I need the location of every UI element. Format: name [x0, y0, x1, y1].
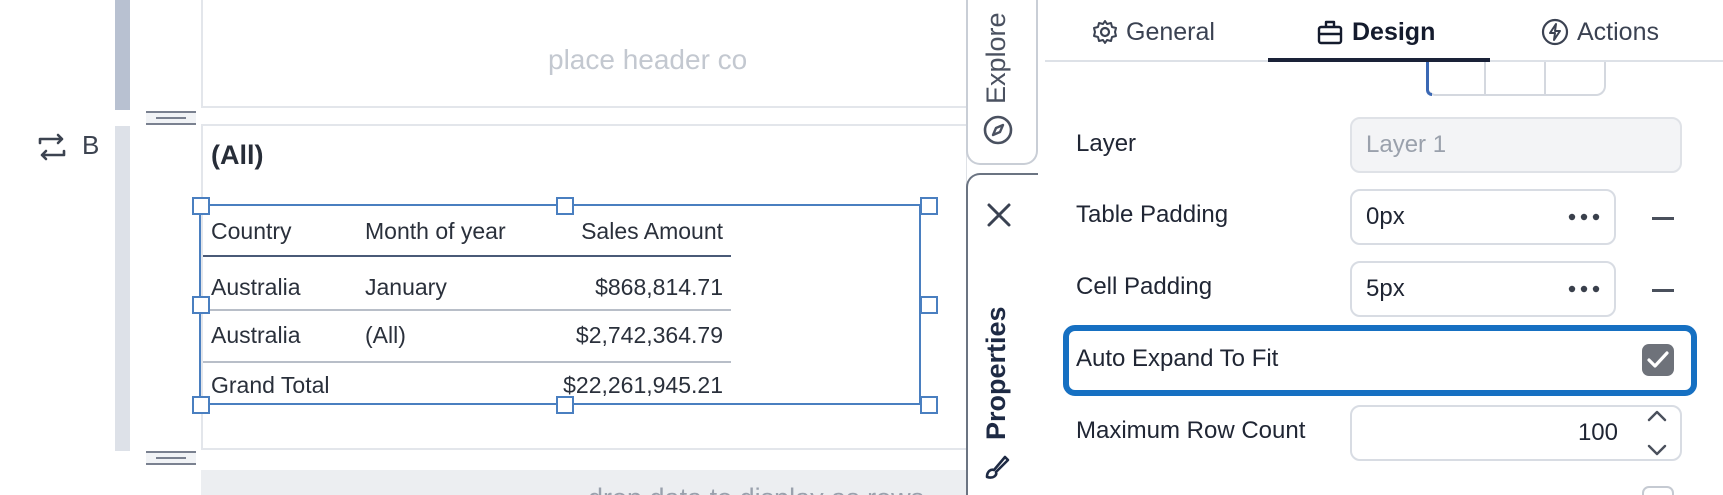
selection-box [199, 204, 921, 405]
segmented-control[interactable] [1426, 62, 1606, 96]
resize-handle[interactable] [192, 396, 210, 414]
resize-handle[interactable] [556, 396, 574, 414]
table-padding-label: Table Padding [1076, 201, 1229, 228]
resize-handle[interactable] [192, 197, 210, 215]
table-padding-value: 0px [1366, 203, 1405, 230]
max-row-count-value: 100 [1577, 419, 1618, 446]
bolt-icon [1541, 18, 1569, 46]
cell-padding-value: 5px [1366, 275, 1405, 302]
table-padding-field[interactable]: 0px [1350, 189, 1616, 245]
tab-design-label: Design [1352, 17, 1436, 46]
band-label: B [82, 130, 100, 160]
tab-actions-label: Actions [1577, 17, 1659, 46]
band-resize-handle[interactable] [146, 111, 196, 125]
max-row-count-label: Maximum Row Count [1076, 417, 1306, 444]
layer-placeholder: Layer 1 [1366, 131, 1447, 158]
layer-label: Layer [1076, 130, 1137, 157]
repeat-icon[interactable] [36, 131, 68, 163]
segment-divider [1544, 62, 1546, 94]
resize-handle[interactable] [192, 296, 210, 314]
filter-value-label: (All) [211, 140, 264, 170]
checkmark-icon [1647, 351, 1669, 368]
chevron-down-icon[interactable] [1646, 443, 1668, 457]
brush-icon[interactable] [981, 451, 1013, 483]
properties-tab-label[interactable]: Properties [981, 306, 1012, 440]
band-resize-handle[interactable] [146, 451, 196, 465]
more-options-icon[interactable] [1568, 213, 1600, 221]
resize-handle[interactable] [556, 197, 574, 215]
resize-handle[interactable] [920, 396, 938, 414]
chevron-up-icon[interactable] [1646, 409, 1668, 423]
explore-tab-label[interactable]: Explore [981, 12, 1012, 104]
cell-padding-label: Cell Padding [1076, 273, 1213, 300]
auto-expand-label: Auto Expand To Fit [1076, 345, 1279, 372]
resize-handle[interactable] [920, 197, 938, 215]
tab-general-label: General [1126, 17, 1215, 46]
layer-field[interactable]: Layer 1 [1350, 117, 1682, 173]
segment-divider [1484, 62, 1486, 94]
design-icon [1317, 20, 1343, 45]
next-property-checkbox[interactable] [1642, 486, 1674, 495]
auto-expand-checkbox[interactable] [1642, 344, 1674, 376]
more-options-icon[interactable] [1568, 285, 1600, 293]
cell-padding-field[interactable]: 5px [1350, 261, 1616, 317]
dashboard-canvas: place header co B (All) Country Month of… [0, 0, 966, 495]
resize-handle[interactable] [920, 296, 938, 314]
tab-general[interactable]: General [1092, 12, 1215, 52]
remove-table-padding-button[interactable] [1652, 217, 1674, 220]
segment-active-indicator [1426, 62, 1432, 96]
rows-placeholder-text: drop data to display as rows [588, 483, 924, 495]
compass-icon[interactable] [982, 114, 1014, 146]
body-band-bar[interactable] [115, 126, 130, 451]
remove-cell-padding-button[interactable] [1652, 289, 1674, 292]
max-row-count-stepper[interactable]: 100 [1350, 405, 1682, 461]
gear-icon [1093, 20, 1117, 44]
tab-design[interactable]: Design [1316, 12, 1435, 52]
close-icon[interactable] [985, 201, 1013, 229]
header-placeholder-text: place header co [548, 44, 748, 75]
tab-actions[interactable]: Actions [1541, 12, 1659, 52]
header-band-bar[interactable] [115, 0, 130, 110]
